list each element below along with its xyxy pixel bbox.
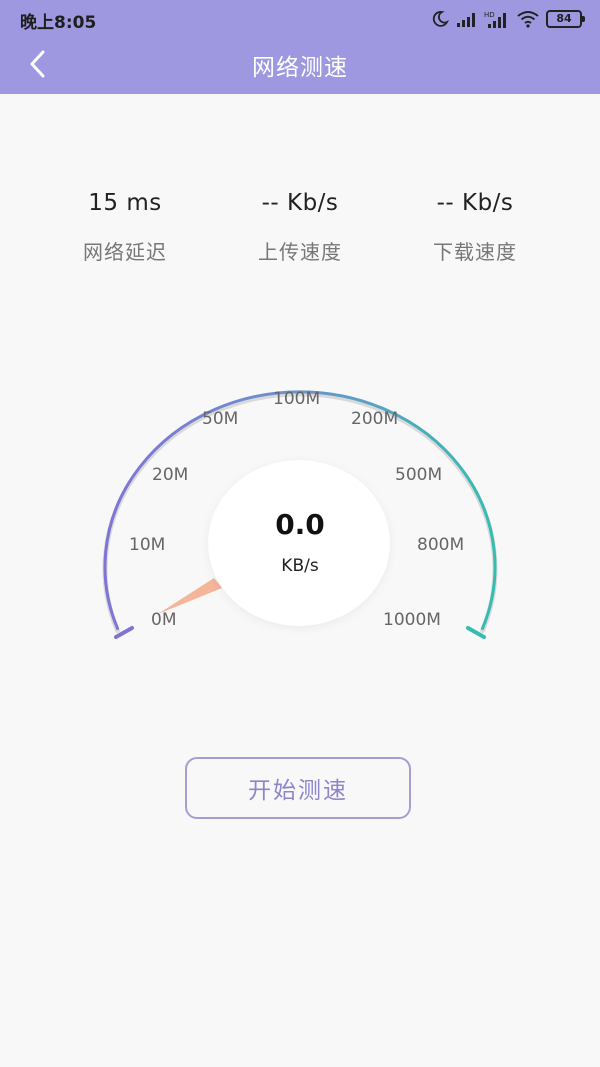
gauge-tick-label: 0M xyxy=(151,610,177,630)
gauge-tick-label: 800M xyxy=(417,535,465,555)
speed-unit: KB/s xyxy=(281,556,319,576)
gauge-tick-label: 100M xyxy=(273,389,321,409)
gauge-needle xyxy=(158,578,222,614)
gauge-tick-label: 200M xyxy=(351,409,399,429)
gauge-tick-label: 10M xyxy=(129,535,166,555)
gauge-tick-label: 1000M xyxy=(383,610,441,630)
gauge-tick-label: 500M xyxy=(395,465,443,485)
speed-value: 0.0 xyxy=(275,508,325,541)
gauge-hub xyxy=(208,460,390,626)
start-test-button[interactable]: 开始测速 xyxy=(185,757,411,819)
gauge-tick-label: 50M xyxy=(202,409,239,429)
gauge-tick-label: 20M xyxy=(152,465,189,485)
